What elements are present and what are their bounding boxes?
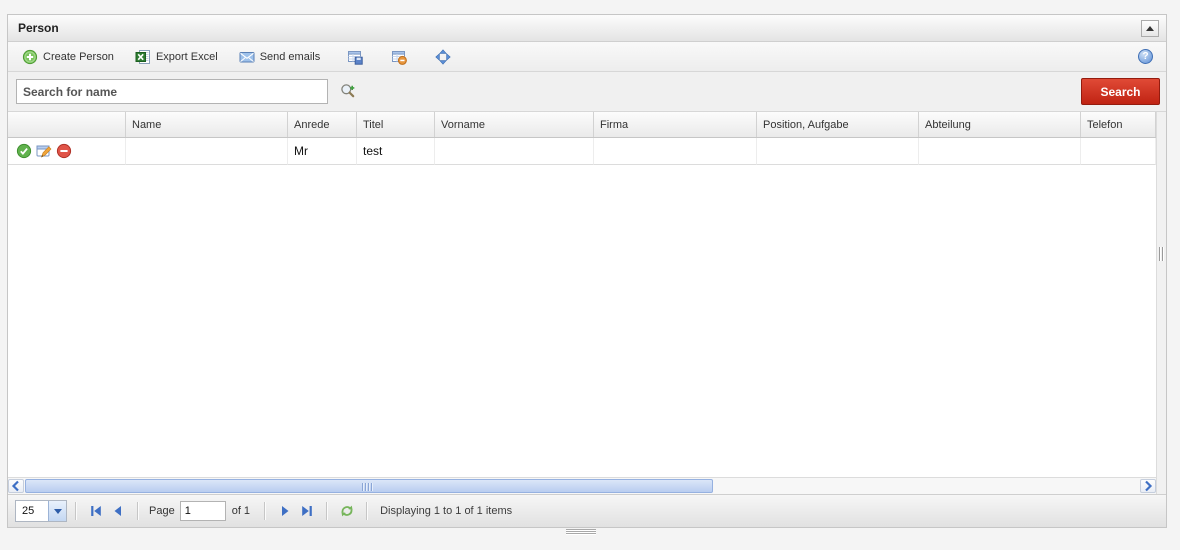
paging-toolbar: 25 Page of 1	[8, 494, 1166, 527]
table-remove-icon	[392, 50, 408, 65]
refresh-button[interactable]	[336, 500, 358, 522]
cell-anrede: Mr	[288, 138, 357, 165]
envelope-icon	[239, 51, 255, 62]
chevron-right-icon	[1145, 480, 1153, 492]
bottom-splitter[interactable]	[566, 529, 596, 535]
magnifier-zoom-icon[interactable]	[340, 83, 356, 99]
column-header-titel[interactable]: Titel	[357, 112, 435, 137]
move-arrows-icon	[435, 48, 451, 65]
send-emails-label: Send emails	[259, 50, 321, 63]
person-panel: Person Create Person Export Excel Send e…	[7, 14, 1167, 528]
refresh-icon	[341, 505, 353, 517]
search-bar: Search	[8, 72, 1166, 112]
remove-grid-state-button[interactable]	[384, 45, 414, 69]
column-header-position-aufgabe[interactable]: Position, Aufgabe	[757, 112, 919, 137]
previous-page-button[interactable]	[107, 500, 129, 522]
chevron-left-icon	[11, 480, 19, 492]
send-emails-button[interactable]: Send emails	[233, 45, 327, 69]
export-excel-label: Export Excel	[155, 50, 218, 63]
grid: Name Anrede Titel Vorname Firma Position…	[8, 112, 1156, 494]
panel-title: Person	[18, 21, 59, 35]
displaying-status: Displaying 1 to 1 of 1 items	[380, 505, 513, 517]
column-header-telefon[interactable]: Telefon	[1081, 112, 1156, 137]
panel-titlebar: Person	[8, 15, 1166, 42]
collapse-panel-button[interactable]	[1141, 19, 1159, 37]
row-action-cell	[8, 138, 126, 165]
cell-abteilung	[919, 138, 1081, 165]
move-button[interactable]	[428, 45, 458, 69]
edit-icon[interactable]	[36, 143, 52, 159]
save-grid-state-button[interactable]	[340, 45, 370, 69]
search-input[interactable]	[16, 79, 328, 104]
first-page-button[interactable]	[85, 500, 107, 522]
grid-wrap: Name Anrede Titel Vorname Firma Position…	[8, 112, 1166, 494]
previous-page-icon	[114, 506, 121, 516]
right-splitter[interactable]	[1156, 112, 1166, 494]
page-size-value: 25	[22, 505, 35, 517]
pager-separator	[366, 502, 369, 520]
next-page-icon	[282, 506, 289, 516]
page-number-input[interactable]	[179, 501, 226, 521]
create-person-button[interactable]: Create Person	[16, 45, 120, 69]
horizontal-scrollbar[interactable]	[8, 477, 1156, 494]
cell-telefon	[1081, 138, 1156, 165]
column-header-actions[interactable]	[8, 112, 126, 137]
grid-empty-body	[8, 165, 1156, 477]
scrollbar-grip	[362, 483, 372, 491]
column-header-firma[interactable]: Firma	[594, 112, 757, 137]
page-size-trigger[interactable]	[48, 501, 66, 521]
collapse-arrow-icon	[1146, 25, 1154, 31]
pager-separator	[75, 502, 77, 520]
page-count-label: of 1	[231, 505, 251, 517]
page-label: Page	[149, 505, 175, 517]
cell-position-aufgabe	[757, 138, 919, 165]
column-header-name[interactable]: Name	[126, 112, 288, 137]
cell-vorname	[435, 138, 594, 165]
page: { "panel": { "title": "Person" }, "toolb…	[0, 0, 1180, 550]
toolbar: Create Person Export Excel Send emails ?	[8, 42, 1166, 72]
pager-separator	[137, 502, 139, 520]
create-person-label: Create Person	[43, 50, 114, 63]
pager-separator	[264, 502, 267, 520]
chevron-down-icon	[53, 508, 62, 514]
pager-separator	[326, 502, 329, 520]
export-excel-button[interactable]: Export Excel	[129, 45, 224, 69]
approve-check-icon[interactable]	[16, 143, 32, 159]
plus-circle-icon	[22, 49, 38, 64]
cell-firma	[594, 138, 757, 165]
cell-name	[126, 138, 288, 165]
table-save-icon	[348, 50, 363, 65]
last-page-button[interactable]	[296, 500, 318, 522]
first-page-icon	[91, 506, 101, 516]
column-header-vorname[interactable]: Vorname	[435, 112, 594, 137]
next-page-button[interactable]	[274, 500, 296, 522]
excel-document-icon	[135, 49, 150, 64]
search-button[interactable]: Search	[1081, 78, 1160, 105]
table-row[interactable]: Mr test	[8, 138, 1156, 165]
column-header-anrede[interactable]: Anrede	[288, 112, 357, 137]
cell-titel: test	[357, 138, 435, 165]
column-header-abteilung[interactable]: Abteilung	[919, 112, 1081, 137]
right-splitter-grip	[1159, 247, 1163, 261]
scrollbar-thumb[interactable]	[25, 479, 713, 493]
help-icon[interactable]: ?	[1138, 49, 1153, 64]
page-size-select[interactable]: 25	[15, 500, 67, 522]
grid-header-row: Name Anrede Titel Vorname Firma Position…	[8, 112, 1156, 138]
scroll-right-button[interactable]	[1140, 479, 1156, 493]
scroll-left-button[interactable]	[8, 479, 24, 493]
delete-minus-icon[interactable]	[56, 143, 72, 159]
last-page-icon	[302, 506, 312, 516]
